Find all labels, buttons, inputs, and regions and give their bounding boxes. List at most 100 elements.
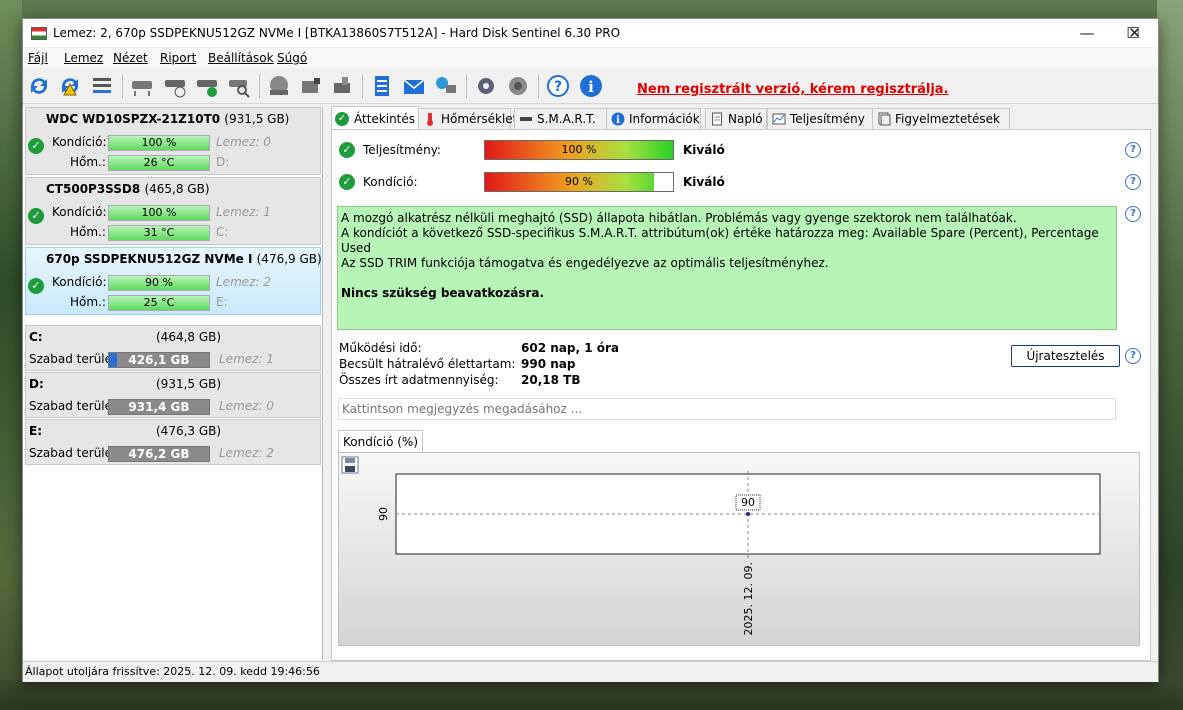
- written-label: Összes írt adatmennyiség:: [339, 373, 499, 387]
- disk-card[interactable]: WDC WD10SPZX-21Z10T0 (931,5 GB) ✓ Kondíc…: [25, 107, 321, 175]
- health-bar: 100 %: [108, 135, 210, 151]
- usb-disk-icon[interactable]: [298, 73, 324, 99]
- svg-text:i: i: [616, 115, 620, 126]
- disk-name: WDC WD10SPZX-21Z10T0: [46, 112, 221, 126]
- disk-details-icon[interactable]: [266, 73, 292, 99]
- disk-card-selected[interactable]: 670p SSDPEKNU512GZ NVMe I (476,9 GB) ✓ K…: [25, 247, 322, 315]
- svg-text:?: ?: [554, 79, 562, 95]
- volume-letter: D:: [29, 377, 44, 391]
- temp-bar: 26 °C: [108, 155, 210, 171]
- sound-icon[interactable]: [505, 73, 531, 99]
- health-chart-panel: 90 90 2025. 12. 09.: [338, 452, 1140, 646]
- disk-ok-icon[interactable]: [194, 73, 220, 99]
- free-space-bar: 426,1 GB: [108, 352, 210, 368]
- data-point: [746, 512, 750, 516]
- help-icon[interactable]: ?: [1125, 348, 1141, 364]
- check-icon: ✓: [335, 112, 349, 126]
- used-space-fill: [109, 353, 117, 367]
- health-label: Kondíció:: [52, 205, 107, 219]
- tab-label: Napló: [728, 112, 763, 126]
- free-space-value: 426,1 GB: [128, 353, 190, 367]
- health-chart: 90 90 2025. 12. 09.: [341, 456, 1101, 635]
- disk-card[interactable]: CT500P3SSD8 (465,8 GB) ✓ Kondíció: 100 %…: [25, 177, 321, 245]
- tab-overview[interactable]: ✓ Áttekintés: [331, 106, 419, 129]
- disk-search-icon[interactable]: [226, 73, 252, 99]
- save-chart-icon[interactable]: [341, 456, 359, 474]
- help-icon[interactable]: ?: [545, 73, 571, 99]
- disk-index: Lemez: 1: [219, 352, 274, 366]
- status-bar: Állapot utoljára frissítve: 2025. 12. 09…: [23, 661, 1158, 682]
- check-icon: ✓: [339, 174, 355, 190]
- check-icon: ✓: [339, 142, 355, 158]
- tab-log[interactable]: Napló: [705, 108, 767, 129]
- disk-index: Lemez: 1: [216, 205, 271, 219]
- disk-size: (476,9 GB): [256, 252, 322, 266]
- menu-disk[interactable]: Lemez: [64, 51, 103, 65]
- check-icon: ✓: [28, 278, 44, 294]
- refresh-warning-icon[interactable]: [57, 73, 83, 99]
- email-icon[interactable]: [401, 73, 427, 99]
- help-icon[interactable]: ?: [1125, 142, 1141, 158]
- toolbar-separator: [538, 74, 539, 98]
- info-icon: i: [611, 112, 625, 126]
- tab-smart[interactable]: S.M.A.R.T.: [514, 108, 612, 129]
- gear-icon[interactable]: [473, 73, 499, 99]
- report-icon[interactable]: [369, 73, 395, 99]
- remaining-life-value: 990 nap: [521, 357, 576, 371]
- info-line: Az SSD TRIM funkciója támogatva és enged…: [341, 256, 829, 270]
- tab-information[interactable]: i Információk: [606, 108, 701, 129]
- refresh-icon[interactable]: [26, 73, 52, 99]
- close-button[interactable]: ✕: [1111, 19, 1158, 47]
- performance-rating: Kiváló: [683, 143, 725, 157]
- tab-label: Hőmérséklet: [441, 112, 518, 126]
- y-tick-label: 90: [377, 507, 390, 521]
- help-icon[interactable]: ?: [1125, 174, 1141, 190]
- tab-temperature[interactable]: Hőmérséklet: [418, 108, 517, 129]
- unregistered-link[interactable]: Nem regisztrált verzió, kérem regisztrál…: [637, 82, 949, 97]
- volume-card[interactable]: C: (464,8 GB) Szabad terület 426,1 GB Le…: [25, 325, 321, 371]
- remaining-life-label: Becsült hátralévő élettartam:: [339, 357, 516, 371]
- menu-report[interactable]: Riport: [160, 51, 196, 65]
- tab-alerts[interactable]: Figyelmeztetések: [872, 108, 1010, 129]
- health-value: 90 %: [565, 175, 593, 188]
- minimize-icon: —: [1079, 24, 1095, 42]
- chart-tab-health[interactable]: Kondíció (%): [338, 430, 423, 453]
- free-space-label: Szabad terület: [29, 352, 117, 366]
- menu-help[interactable]: Súgó: [277, 51, 307, 65]
- disk-index: Lemez: 2: [219, 446, 274, 460]
- free-space-value: 931,4 GB: [128, 400, 190, 414]
- disk-schedule-icon[interactable]: [162, 73, 188, 99]
- info-icon[interactable]: i: [578, 73, 604, 99]
- menu-view[interactable]: Nézet: [113, 51, 148, 65]
- health-rating: Kiváló: [683, 175, 725, 189]
- info-line: A kondíciót a következő SSD-specifikus S…: [341, 226, 1099, 255]
- tab-label: Teljesítmény: [790, 112, 865, 126]
- minimize-button[interactable]: —: [1064, 19, 1110, 47]
- check-icon: ✓: [28, 208, 44, 224]
- performance-gauge: 100 %: [484, 140, 674, 160]
- tab-performance[interactable]: Teljesítmény: [767, 108, 875, 129]
- menu-file[interactable]: Fájl: [28, 51, 48, 65]
- uptime-label: Működési idő:: [339, 341, 422, 355]
- thermometer-icon: [427, 113, 433, 126]
- drive-letter: E:: [216, 295, 228, 309]
- health-bar: 100 %: [108, 205, 210, 221]
- free-space-bar: 931,4 GB: [108, 399, 210, 415]
- network-icon[interactable]: [433, 73, 459, 99]
- volume-card[interactable]: E: (476,3 GB) Szabad terület 476,2 GB Le…: [25, 419, 321, 465]
- backup-icon[interactable]: [330, 73, 356, 99]
- alerts-icon: [878, 112, 891, 126]
- status-message-box: A mozgó alkatrész nélküli meghajtó (SSD)…: [337, 206, 1117, 330]
- volume-card[interactable]: D: (931,5 GB) Szabad terület 931,4 GB Le…: [25, 372, 321, 418]
- tab-label: Információk: [629, 112, 700, 126]
- menu-settings[interactable]: Beállítások: [208, 51, 274, 65]
- retest-button[interactable]: Újratesztelés: [1011, 345, 1120, 367]
- disk-list-icon[interactable]: [89, 73, 115, 99]
- disk-surface-icon[interactable]: [129, 73, 155, 99]
- note-input[interactable]: [338, 398, 1116, 420]
- menu-bar: Fájl Lemez Nézet Riport Beállítások Súgó: [23, 48, 1158, 68]
- tab-label: Figyelmeztetések: [895, 112, 1000, 126]
- temp-label: Hőm.:: [70, 155, 106, 169]
- help-icon[interactable]: ?: [1125, 206, 1141, 222]
- disk-index: Lemez: 0: [219, 399, 274, 413]
